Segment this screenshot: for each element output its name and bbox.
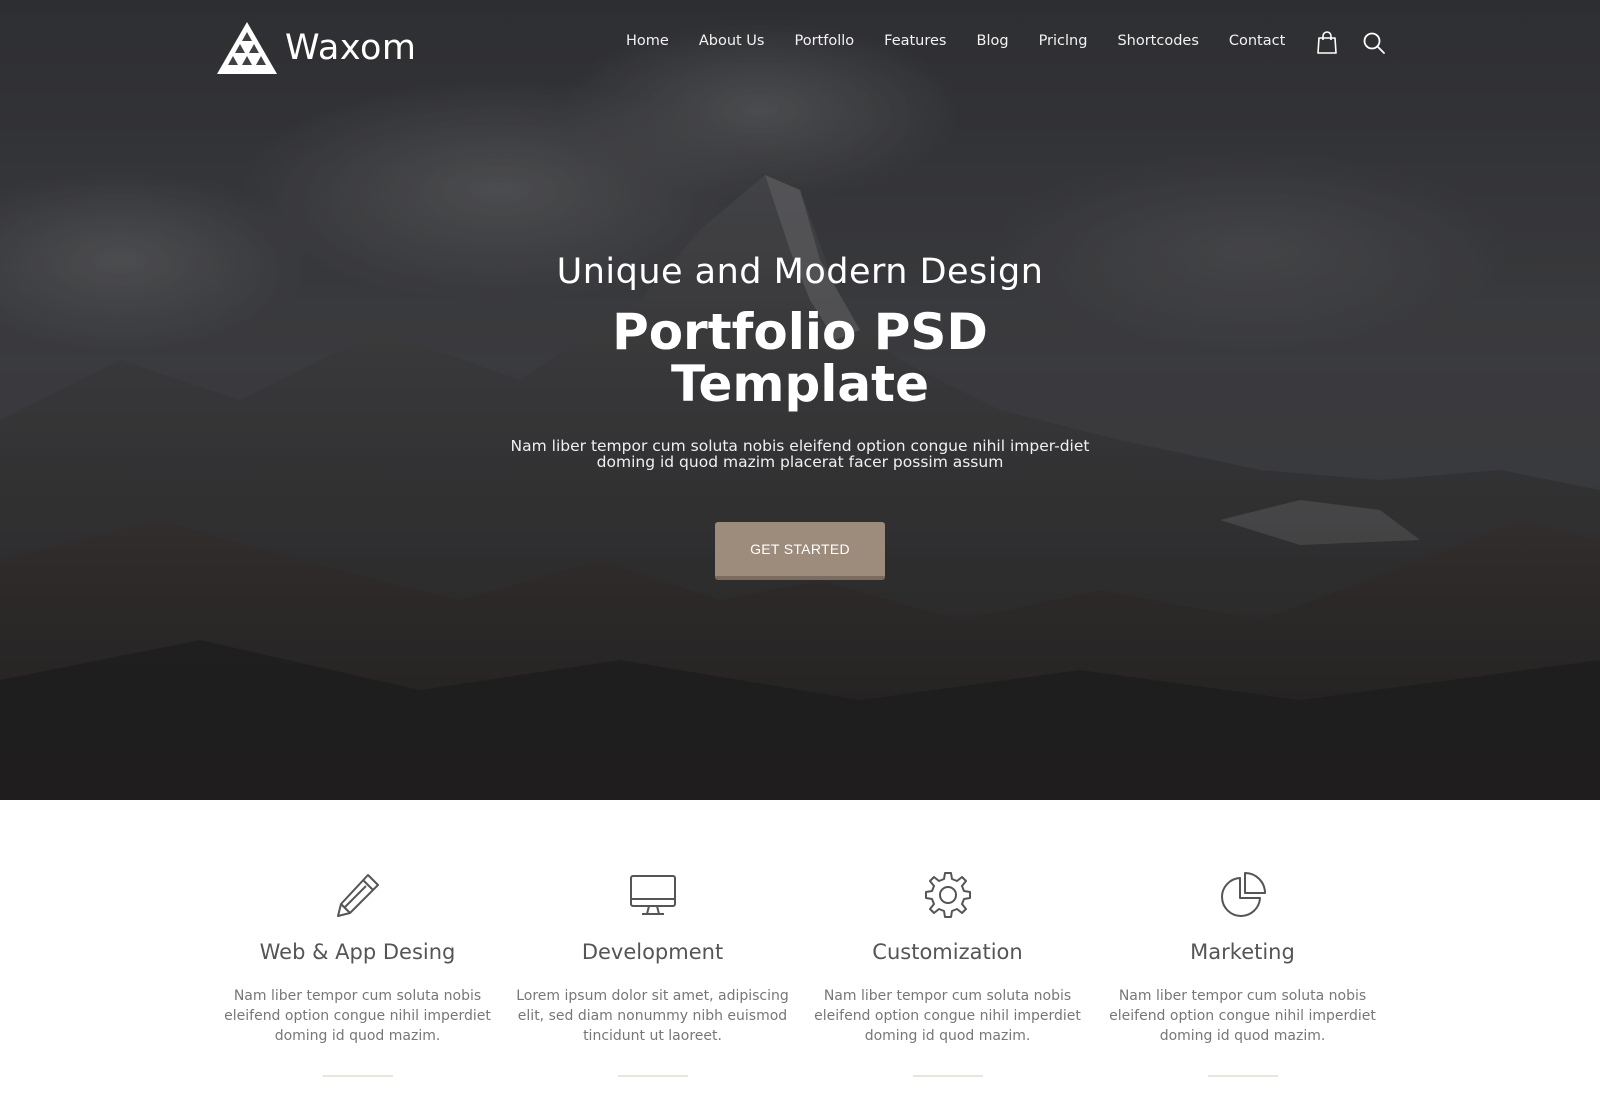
get-started-button[interactable]: GET STARTED — [715, 522, 885, 580]
feature-divider — [1207, 1075, 1278, 1077]
hero-title-line-2: Template — [671, 355, 929, 413]
feature-web-app-design: Web & App Desing Nam liber tempor cum so… — [210, 870, 505, 1077]
feature-title: Development — [581, 940, 724, 964]
feature-customization: Customization Nam liber tempor cum solut… — [800, 870, 1095, 1077]
nav-blog[interactable]: Blog — [977, 33, 1009, 49]
hero-content: Unique and Modern Design Portfolio PSD T… — [0, 252, 1600, 580]
nav-home[interactable]: Home — [626, 33, 669, 49]
monitor-icon — [505, 870, 800, 920]
feature-development: Development Lorem ipsum dolor sit amet, … — [505, 870, 800, 1077]
hero-description: Nam liber tempor cum soluta nobis eleife… — [510, 437, 1090, 471]
logo-triangle-icon — [217, 22, 277, 74]
feature-divider — [322, 1075, 393, 1077]
feature-divider — [912, 1075, 983, 1077]
main-nav: Home About Us Portfollo Features Blog Pr… — [626, 33, 1315, 49]
feature-marketing: Marketing Nam liber tempor cum soluta no… — [1095, 870, 1390, 1077]
feature-text: Lorem ipsum dolor sit amet, adipiscing e… — [516, 988, 789, 1044]
hero-title-line-1: Portfolio PSD — [612, 303, 988, 361]
search-icon[interactable] — [1361, 30, 1387, 56]
brand-name: Waxom — [285, 28, 417, 68]
feature-title: Marketing — [1190, 940, 1295, 964]
nav-features[interactable]: Features — [884, 33, 946, 49]
pencil-icon — [210, 870, 505, 920]
hero-title: Portfolio PSD Template — [500, 306, 1100, 410]
header-icons — [1314, 30, 1387, 56]
feature-title: Customization — [872, 940, 1023, 964]
nav-pricing[interactable]: Priclng — [1039, 33, 1088, 49]
pie-chart-icon — [1095, 870, 1390, 920]
hero-subtitle: Unique and Modern Design — [556, 252, 1044, 292]
nav-about-us[interactable]: About Us — [699, 33, 765, 49]
shopping-bag-icon[interactable] — [1314, 30, 1340, 56]
feature-text: Nam liber tempor cum soluta nobis eleife… — [814, 988, 1081, 1044]
gear-icon — [800, 870, 1095, 920]
nav-contact[interactable]: Contact — [1229, 33, 1285, 49]
site-header: Waxom Home About Us Portfollo Features B… — [0, 0, 1600, 90]
feature-text: Nam liber tempor cum soluta nobis eleife… — [224, 988, 491, 1044]
nav-portfolio[interactable]: Portfollo — [794, 33, 854, 49]
features-section: Web & App Desing Nam liber tempor cum so… — [210, 870, 1390, 1077]
feature-divider — [617, 1075, 688, 1077]
nav-shortcodes[interactable]: Shortcodes — [1117, 33, 1198, 49]
feature-title: Web & App Desing — [259, 940, 456, 964]
logo[interactable]: Waxom — [215, 20, 416, 76]
hero-section: Waxom Home About Us Portfollo Features B… — [0, 0, 1600, 800]
feature-text: Nam liber tempor cum soluta nobis eleife… — [1109, 988, 1376, 1044]
